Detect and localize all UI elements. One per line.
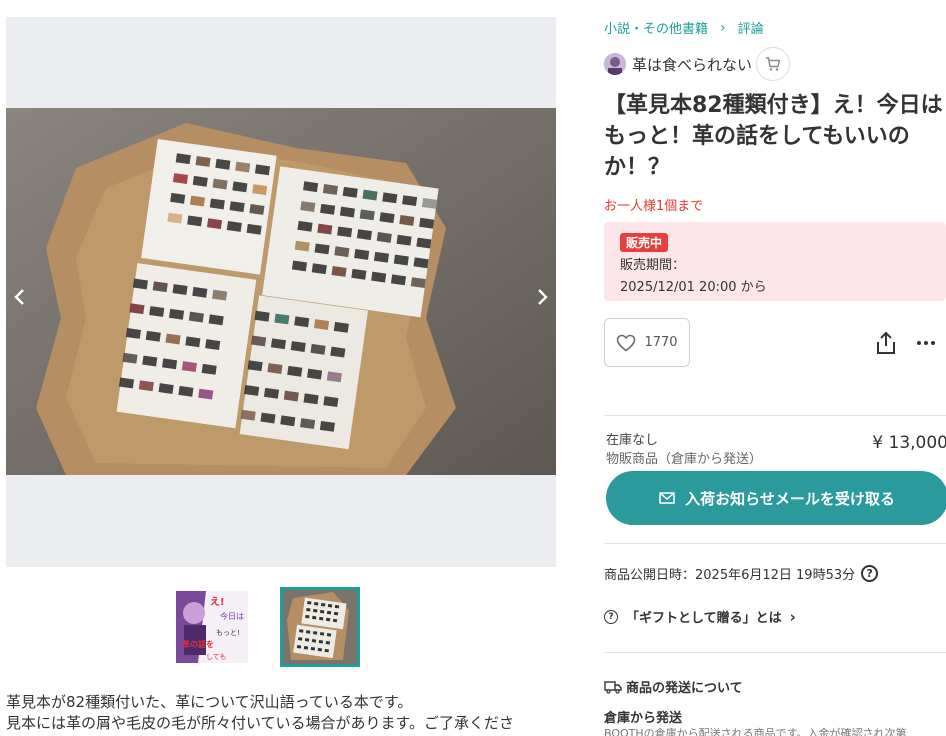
cover-text-2: 今日は: [220, 611, 244, 621]
warehouse-description: BOOTHの倉庫から配送される商品です。入金が確認され次第: [604, 727, 907, 736]
like-button[interactable]: 1770: [604, 318, 690, 367]
cover-text-3: もっと!: [216, 629, 240, 637]
avatar-image: [604, 53, 626, 75]
sale-period-label: 販売期間：: [620, 258, 686, 273]
sale-status-box: 販売中 販売期間： 2025/12/01 20:00 から: [604, 222, 946, 301]
product-description: 革見本が82種類付いた、革について沢山語っている本です。 見本には革の屑や毛皮の…: [6, 692, 554, 734]
chevron-right-icon: [538, 289, 548, 305]
share-button[interactable]: [874, 330, 898, 356]
thumbnail-leather-samples[interactable]: [280, 587, 360, 667]
shop-cart-button[interactable]: [756, 47, 791, 81]
shop-name-link[interactable]: 革は食べられない: [632, 54, 752, 75]
price: ¥ 13,000: [872, 433, 946, 453]
divider: [604, 415, 946, 416]
breadcrumb-subcategory-link[interactable]: 評論: [738, 18, 764, 37]
divider: [604, 652, 946, 653]
share-icon: [877, 331, 895, 354]
chevron-right-icon: ›: [720, 19, 726, 36]
status-badge: 販売中: [620, 233, 669, 252]
chevron-right-icon: ›: [789, 607, 796, 626]
like-count: 1770: [644, 335, 678, 350]
leather-samples-image: [6, 108, 556, 475]
more-horizontal-icon: [917, 341, 921, 345]
chevron-left-icon: [14, 289, 24, 305]
stock-status: 在庫なし: [606, 433, 659, 448]
purchase-limit: お一人様1個まで: [604, 199, 704, 214]
shipping-heading-text: 商品の発送について: [626, 681, 743, 696]
publish-datetime: 商品公開日時：2025年6月12日 19時53分 ?: [604, 564, 879, 583]
image-gallery: [6, 17, 556, 567]
shipping-type: 物販商品（倉庫から発送）: [606, 452, 763, 467]
description-line-2: 見本には革の屑や毛皮の毛が所々付いている場合があります。ご了承くださ: [6, 714, 515, 732]
more-dot: [924, 341, 928, 345]
cover-thumbnail-image: え! 今日は もっと! 革の話を しても: [176, 591, 248, 663]
shop-avatar[interactable]: [604, 53, 626, 75]
heart-icon: [617, 334, 636, 351]
thumbnail-cover[interactable]: え! 今日は もっと! 革の話を しても: [176, 591, 248, 663]
more-options-button[interactable]: [915, 334, 937, 352]
restock-notify-label: 入荷お知らせメールを受け取る: [685, 489, 895, 508]
gift-info-label: 「ギフトとして贈る」とは: [626, 611, 782, 626]
question-icon: ?: [604, 609, 618, 624]
gallery-prev-button[interactable]: [6, 283, 34, 311]
shipping-heading: 商品の発送について: [604, 677, 743, 696]
breadcrumb-category-link[interactable]: 小説・その他書籍: [604, 18, 708, 37]
truck-icon: [604, 680, 622, 694]
gallery-next-button[interactable]: [528, 283, 556, 311]
description-line-1: 革見本が82種類付いた、革について沢山語っている本です。: [6, 693, 413, 711]
publish-datetime-text: 商品公開日時：2025年6月12日 19時53分: [604, 568, 856, 583]
sale-period-value: 2025/12/01 20:00 から: [620, 280, 767, 295]
mail-icon: [659, 492, 675, 504]
breadcrumb: 小説・その他書籍 › 評論: [604, 18, 764, 38]
samples-thumbnail-image: [283, 590, 357, 664]
shop-info: 革は食べられない: [604, 47, 791, 81]
divider: [604, 543, 946, 544]
more-dot: [931, 341, 935, 345]
cover-text-1: え!: [210, 596, 225, 608]
gift-info-link[interactable]: ? 「ギフトとして贈る」とは ›: [604, 607, 796, 626]
product-photo: [6, 108, 556, 475]
product-title: 【革見本82種類付き】え！今日はもっと！革の話をしてもいいのか！？: [604, 93, 943, 180]
cart-icon: [766, 57, 781, 71]
cover-text-4: 革の話を: [182, 639, 214, 649]
cover-text-5: しても: [206, 653, 226, 661]
thumbnail-strip: え! 今日は もっと! 革の話を しても: [176, 587, 360, 667]
question-icon[interactable]: ?: [861, 565, 879, 582]
warehouse-title: 倉庫から発送: [604, 711, 683, 726]
restock-notify-button[interactable]: 入荷お知らせメールを受け取る: [606, 471, 946, 525]
